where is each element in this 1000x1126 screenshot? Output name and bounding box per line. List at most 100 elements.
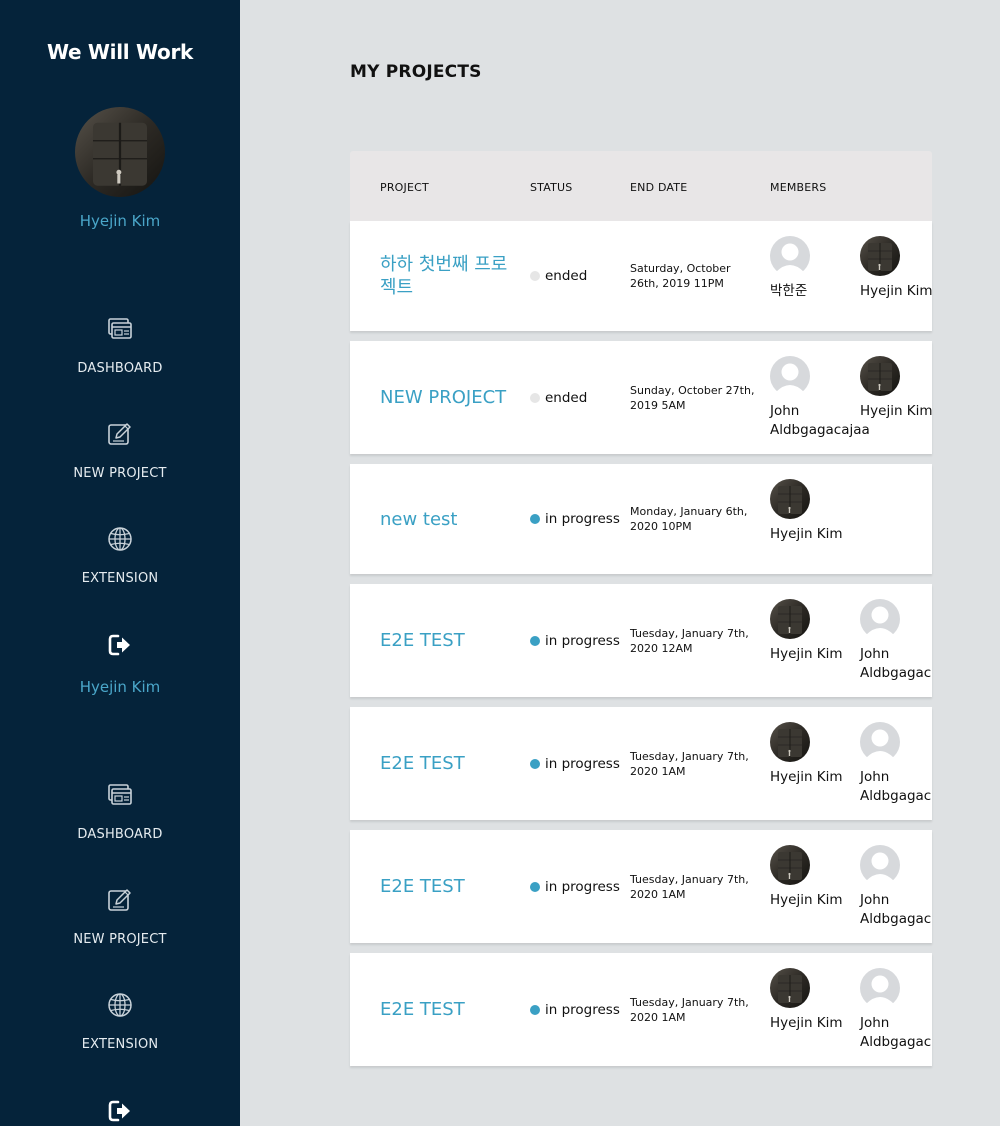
member[interactable]: Hyejin Kim (770, 968, 860, 1033)
member-name: Hyejin Kim (770, 526, 843, 542)
end-date: Monday, January 6th, 2020 10PM (630, 505, 748, 533)
table-row[interactable]: new test in progress Monday, January 6th, … (350, 464, 932, 574)
page-title: MY PROJECTS (350, 62, 482, 82)
table-row[interactable]: E2E TEST in progress Tuesday, January 7th,… (350, 584, 932, 697)
member[interactable]: Hyejin Kim (770, 599, 860, 664)
avatar (770, 722, 810, 762)
member[interactable]: John Aldbgagacajaa (770, 356, 870, 440)
brand-logo[interactable]: We Will Work (0, 40, 240, 64)
table-row[interactable]: E2E TEST in progress Tuesday, January 7th,… (350, 953, 932, 1066)
member-name: Hyejin Kim (860, 403, 932, 419)
profile-username[interactable]: Hyejin Kim (0, 212, 240, 230)
end-date: Saturday, October 26th, 2019 11PM (630, 262, 731, 290)
logout-icon (107, 632, 133, 658)
avatar (770, 968, 810, 1008)
member[interactable]: John Aldbgagacajaa (860, 599, 932, 683)
project-name-link[interactable]: new test (380, 464, 520, 574)
status-label: in progress (545, 511, 620, 527)
projects-table: PROJECT STATUS END DATE MEMBERS 하하 첫번째 프… (350, 151, 932, 1066)
globe-icon (106, 991, 134, 1019)
edit-icon (106, 420, 134, 448)
default-avatar-icon (770, 236, 810, 276)
avatar (770, 479, 810, 519)
globe-icon (106, 525, 134, 553)
main-content: MY PROJECTS PROJECT STATUS END DATE MEMB… (240, 0, 1000, 1126)
project-name-link[interactable]: E2E TEST (380, 830, 520, 943)
status-label: ended (545, 268, 588, 284)
member[interactable]: Hyejin Kim (860, 356, 932, 421)
project-name-link[interactable]: E2E TEST (380, 953, 520, 1066)
sidebar-item-label: DASHBOARD (77, 361, 163, 376)
sidebar-item-extension[interactable]: EXTENSION (0, 991, 240, 1052)
project-name-link[interactable]: E2E TEST (380, 584, 520, 697)
member[interactable]: John Aldbgagacajaa (860, 722, 932, 806)
status-label: in progress (545, 755, 620, 772)
default-avatar-icon (770, 356, 810, 396)
logout-username[interactable]: Hyejin Kim (0, 678, 240, 696)
member[interactable]: Hyejin Kim (860, 236, 932, 301)
status-dot-icon (530, 514, 540, 524)
member[interactable]: 박한준 (770, 236, 860, 301)
member-name: Hyejin Kim (770, 769, 843, 785)
status-dot-icon (530, 758, 540, 769)
member[interactable]: John Aldbgagacajaa (860, 845, 932, 929)
status-label: in progress (545, 1001, 620, 1018)
sidebar-item-logout[interactable] (0, 632, 240, 658)
dashboard-icon (106, 781, 134, 809)
project-name-link[interactable]: E2E TEST (380, 707, 520, 820)
table-row[interactable]: E2E TEST in progress Tuesday, January 7th,… (350, 830, 932, 943)
column-header-members: MEMBERS (770, 181, 827, 194)
status-cell: in progress (530, 953, 620, 1066)
sidebar-item-new-project[interactable]: NEW PROJECT (0, 886, 240, 947)
sidebar-item-label: NEW PROJECT (73, 466, 167, 481)
sidebar: We Will Work Hyejin Kim DASHBOARD NEW PR… (0, 0, 240, 1126)
member-name: 박한준 (770, 283, 808, 299)
status-cell: in progress (530, 464, 620, 574)
default-avatar-icon (860, 845, 900, 885)
default-avatar-icon (860, 599, 900, 639)
avatar (770, 599, 810, 639)
end-date: Tuesday, January 7th, 2020 12AM (630, 626, 749, 655)
member[interactable]: Hyejin Kim (770, 479, 860, 544)
sidebar-item-extension[interactable]: EXTENSION (0, 525, 240, 586)
sidebar-item-new-project[interactable]: NEW PROJECT (0, 420, 240, 481)
sidebar-item-dashboard[interactable]: DASHBOARD (0, 781, 240, 842)
sidebar-item-label: EXTENSION (81, 571, 159, 586)
end-date: Tuesday, January 7th, 2020 1AM (630, 749, 749, 778)
avatar (860, 356, 900, 396)
end-date: Tuesday, January 7th, 2020 1AM (630, 995, 749, 1024)
status-dot-icon (530, 635, 540, 646)
member-name: Hyejin Kim (770, 1015, 843, 1031)
sidebar-item-label: NEW PROJECT (73, 932, 167, 947)
member-name: John Aldbgagacajaa (860, 1015, 932, 1050)
status-label: in progress (545, 878, 620, 895)
project-name-link[interactable]: 하하 첫번째 프로젝트 (380, 221, 520, 331)
project-name-link[interactable]: NEW PROJECT (380, 341, 520, 454)
status-dot-icon (530, 271, 540, 281)
avatar (770, 845, 810, 885)
logout-icon (107, 1098, 133, 1124)
member[interactable]: Hyejin Kim (770, 722, 860, 787)
status-cell: in progress (530, 830, 620, 943)
table-row[interactable]: 하하 첫번째 프로젝트 ended Saturday, October 26th, … (350, 221, 932, 331)
member[interactable]: John Aldbgagacajaa (860, 968, 932, 1052)
member[interactable]: Hyejin Kim (770, 845, 860, 910)
profile-photo[interactable] (75, 107, 165, 197)
sidebar-item-dashboard[interactable]: DASHBOARD (0, 315, 240, 376)
default-avatar-icon (860, 722, 900, 762)
status-dot-icon (530, 1004, 540, 1015)
member-name: Hyejin Kim (770, 892, 843, 908)
status-dot-icon (530, 881, 540, 892)
end-date: Tuesday, January 7th, 2020 1AM (630, 872, 749, 901)
member-name: John Aldbgagacajaa (860, 769, 932, 804)
table-header: PROJECT STATUS END DATE MEMBERS (350, 151, 932, 221)
sidebar-item-logout[interactable] (0, 1098, 240, 1124)
table-row[interactable]: E2E TEST in progress Tuesday, January 7th,… (350, 707, 932, 820)
status-dot-icon (530, 392, 540, 403)
column-header-end-date: END DATE (630, 181, 688, 194)
status-label: ended (545, 389, 588, 406)
dashboard-icon (106, 315, 134, 343)
edit-icon (106, 886, 134, 914)
sidebar-item-label: DASHBOARD (77, 827, 163, 842)
table-row[interactable]: NEW PROJECT ended Sunday, October 27th, 20… (350, 341, 932, 454)
